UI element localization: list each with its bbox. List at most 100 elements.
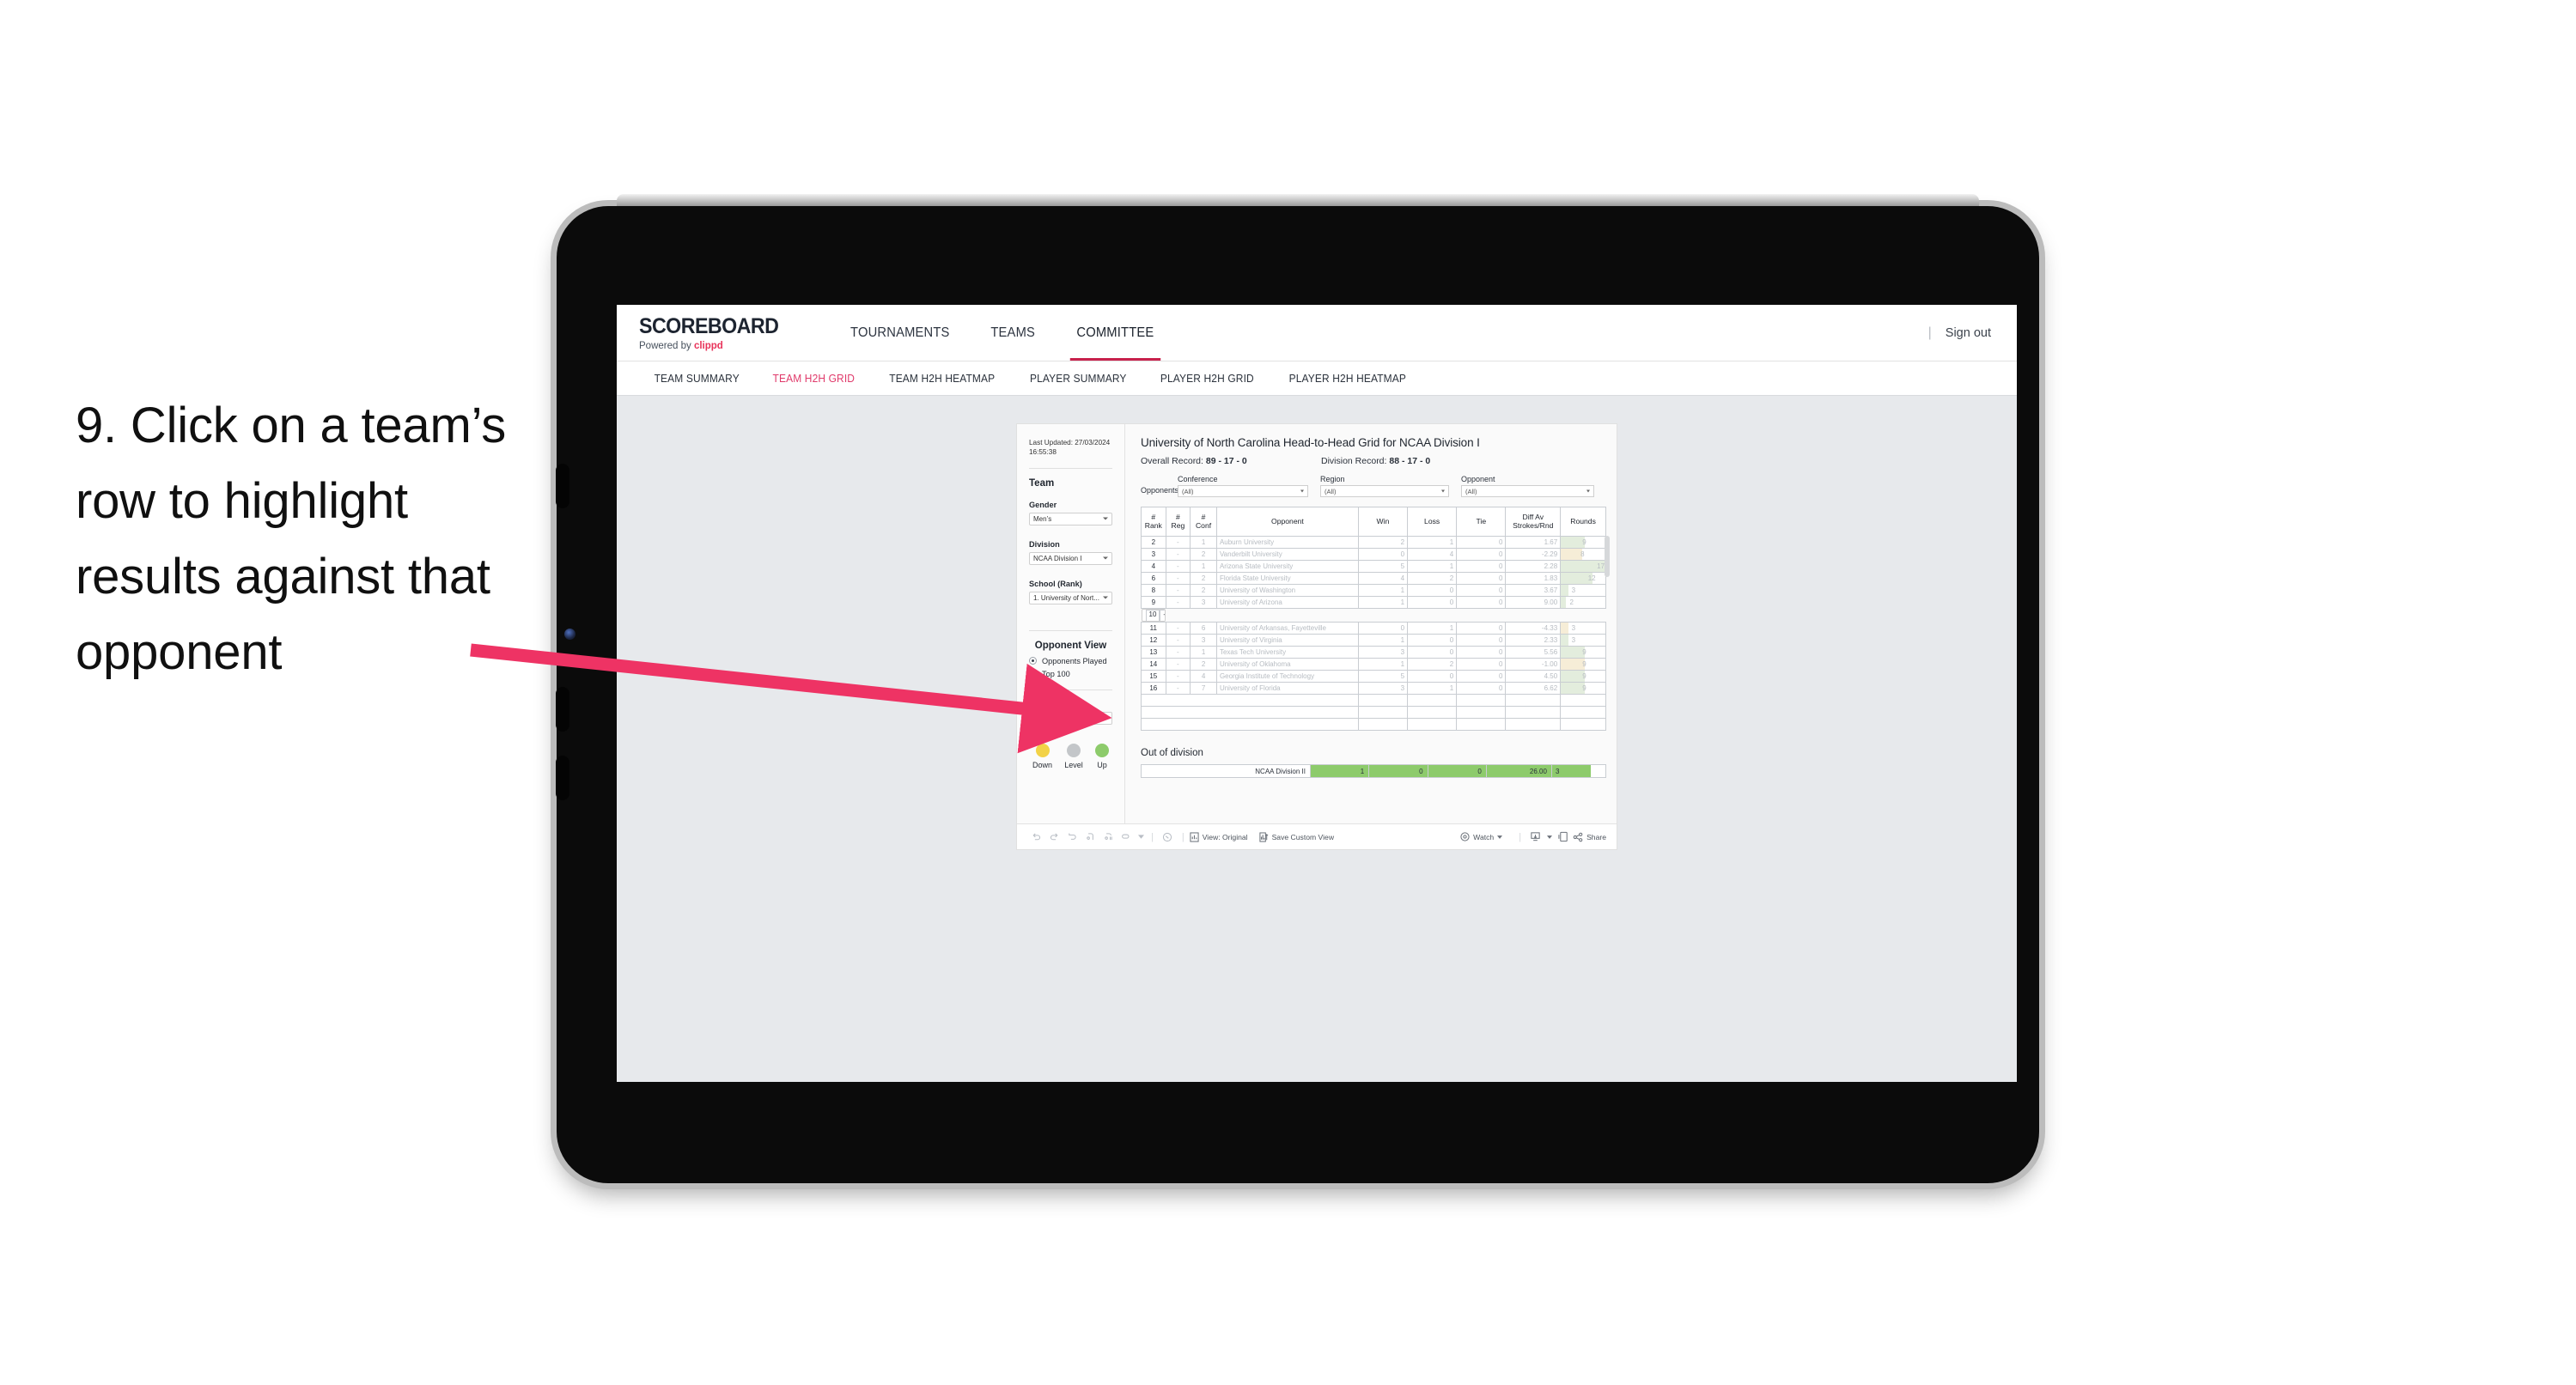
- out-of-division-row[interactable]: NCAA Division II 1 0 0 26.00 3: [1141, 764, 1607, 778]
- opponent-filter-label: Opponent: [1461, 475, 1495, 483]
- tablet-screen: SCOREBOARD Powered by clippd TOURNAMENTS…: [617, 305, 2017, 1082]
- highlight-icon[interactable]: [1159, 831, 1177, 843]
- subnav-item-team-h2h-grid[interactable]: TEAM H2H GRID: [759, 373, 869, 385]
- empty-cell: [1505, 694, 1562, 707]
- cell-conf: 3: [1190, 596, 1217, 609]
- subnav-item-team-summary[interactable]: TEAM SUMMARY: [640, 373, 753, 385]
- subnav-item-team-h2h-heatmap[interactable]: TEAM H2H HEATMAP: [875, 373, 1008, 385]
- table-row[interactable]: 10-5University of Alabama3002.618: [1141, 609, 1166, 622]
- empty-cell: [1141, 718, 1359, 731]
- table-row[interactable]: 12-3 University of Virginia 1 0 0 2.33 3: [1141, 634, 1606, 647]
- cell-rounds: 3: [1560, 622, 1606, 635]
- table-row[interactable]: 2-1 Auburn University 2 1 0 1.67 9: [1141, 536, 1606, 549]
- table-row[interactable]: 14-2 University of Oklahoma 1 2 0 -1.00 9: [1141, 658, 1606, 671]
- empty-cell: [1456, 718, 1507, 731]
- view-original-button[interactable]: View: Original: [1190, 831, 1248, 842]
- cell-conf: 6: [1190, 622, 1217, 635]
- download-icon[interactable]: [1526, 831, 1544, 842]
- col-header-rank-l2: Rank: [1144, 520, 1162, 530]
- cell-win: 0: [1357, 622, 1409, 635]
- cell-win: 5: [1357, 560, 1409, 573]
- pause-auto-update-icon[interactable]: [1099, 831, 1117, 842]
- radio-top-100[interactable]: Top 100: [1029, 670, 1112, 678]
- rounds-value: 3: [1571, 586, 1576, 594]
- chevron-down-icon: [1497, 835, 1503, 839]
- rounds-value: 2: [1569, 598, 1574, 606]
- cell-loss: 1: [1407, 622, 1458, 635]
- cell-rank: 8: [1141, 584, 1166, 597]
- cell-diff: 2.33: [1505, 634, 1562, 647]
- cell-opponent: Vanderbilt University: [1215, 548, 1359, 561]
- watch-button[interactable]: Watch: [1460, 832, 1503, 841]
- fullscreen-icon[interactable]: [1555, 831, 1573, 842]
- table-row[interactable]: 3-2 Vanderbilt University 0 4 0 -2.29 8: [1141, 548, 1606, 561]
- cell-opponent: University of Arkansas, Fayetteville: [1215, 622, 1359, 635]
- cell-loss: 0: [1407, 596, 1458, 609]
- revert-icon[interactable]: [1063, 831, 1081, 842]
- ood-rounds: 3: [1550, 764, 1607, 778]
- undo-icon[interactable]: [1027, 831, 1045, 842]
- table-row[interactable]: 16-7 University of Florida 3 1 0 6.62 9: [1141, 682, 1606, 695]
- brand-logo[interactable]: SCOREBOARD Powered by clippd: [617, 305, 808, 361]
- redo-icon[interactable]: [1045, 831, 1063, 842]
- cell-opponent: Texas Tech University: [1215, 646, 1359, 659]
- legend-item-up: Up: [1095, 743, 1109, 769]
- ood-label: NCAA Division II: [1141, 764, 1311, 778]
- h2h-grid-wrapper: # Rank # Reg # Conf Opponent Win Loss Tie D…: [1141, 507, 1610, 731]
- cell-rounds: 8: [1560, 548, 1606, 561]
- sign-out-link[interactable]: Sign out: [1946, 326, 1991, 340]
- cell-reg: -: [1165, 596, 1191, 609]
- cell-opponent: University of Arizona: [1215, 596, 1359, 609]
- opponent-filter-select[interactable]: (All): [1461, 485, 1594, 497]
- pan-dropdown-chevron-icon[interactable]: [1136, 835, 1146, 839]
- subnav-item-player-h2h-heatmap[interactable]: PLAYER H2H HEATMAP: [1275, 373, 1420, 385]
- cell-rounds: 9: [1560, 646, 1606, 659]
- cell-rounds: 3: [1560, 584, 1606, 597]
- cell-loss: 4: [1407, 548, 1458, 561]
- cell-win: 1: [1357, 634, 1409, 647]
- subnav-item-player-summary[interactable]: PLAYER SUMMARY: [1015, 373, 1140, 385]
- table-row[interactable]: 15-4 Georgia Institute of Technology 5 0 0 4.…: [1141, 670, 1606, 683]
- table-row[interactable]: 13-1 Texas Tech University 3 0 0 5.56 9: [1141, 646, 1606, 659]
- secondary-nav: TEAM SUMMARY TEAM H2H GRID TEAM H2H HEAT…: [617, 361, 2017, 396]
- powered-by-text: Powered by: [639, 341, 694, 351]
- table-row[interactable]: 8-2 University of Washington 1 0 0 3.67 3: [1141, 584, 1606, 597]
- cell-tie: 0: [1456, 596, 1507, 609]
- cell-tie: 0: [1456, 670, 1507, 683]
- table-row[interactable]: 6-2 Florida State University 4 2 0 1.83 12: [1141, 572, 1606, 585]
- pan-tool-icon[interactable]: [1117, 831, 1136, 842]
- save-custom-view-button[interactable]: Save Custom View: [1258, 831, 1334, 842]
- nav-item-teams[interactable]: TEAMS: [973, 305, 1053, 361]
- radio-opponents-played[interactable]: Opponents Played: [1029, 657, 1112, 665]
- cell-opponent: University of Florida: [1215, 682, 1359, 695]
- share-button[interactable]: Share: [1573, 832, 1606, 842]
- refresh-icon[interactable]: [1081, 831, 1099, 842]
- empty-cell: [1407, 694, 1458, 707]
- cell-rounds: 9: [1560, 658, 1606, 671]
- cell-rank: 9: [1141, 596, 1166, 609]
- empty-cell: [1560, 706, 1606, 719]
- download-dropdown-chevron-icon[interactable]: [1544, 835, 1555, 839]
- division-select[interactable]: NCAA Division I: [1029, 551, 1112, 565]
- region-filter-group: Region (All): [1320, 475, 1449, 497]
- cell-reg: -: [1165, 622, 1191, 635]
- empty-cell: [1141, 694, 1359, 707]
- cell-opponent: University of Washington: [1215, 584, 1359, 597]
- subnav-item-player-h2h-grid[interactable]: PLAYER H2H GRID: [1147, 373, 1268, 385]
- nav-item-tournaments[interactable]: TOURNAMENTS: [832, 305, 967, 361]
- sidebar-divider-3: [1029, 689, 1112, 690]
- table-row[interactable]: 4-1 Arizona State University 5 1 0 2.28 17: [1141, 560, 1606, 573]
- region-filter-select[interactable]: (All): [1320, 485, 1449, 497]
- conference-filter-select[interactable]: (All): [1178, 485, 1308, 497]
- school-select[interactable]: 1. University of Nort...: [1029, 591, 1112, 604]
- colour-by-select[interactable]: Win/loss: [1029, 711, 1112, 725]
- cell-opponent: Arizona State University: [1215, 560, 1359, 573]
- table-row[interactable]: 9-3 University of Arizona 1 0 0 9.00 2: [1141, 596, 1606, 609]
- nav-item-committee[interactable]: COMMITTEE: [1058, 305, 1172, 361]
- cell-reg: -: [1165, 584, 1191, 597]
- grid-vertical-scrollbar[interactable]: [1605, 536, 1610, 577]
- table-row[interactable]: 11-6 University of Arkansas, Fayetteville…: [1141, 622, 1606, 635]
- gender-select[interactable]: Men’s: [1029, 512, 1112, 525]
- col-header-conf: # Conf: [1190, 507, 1217, 537]
